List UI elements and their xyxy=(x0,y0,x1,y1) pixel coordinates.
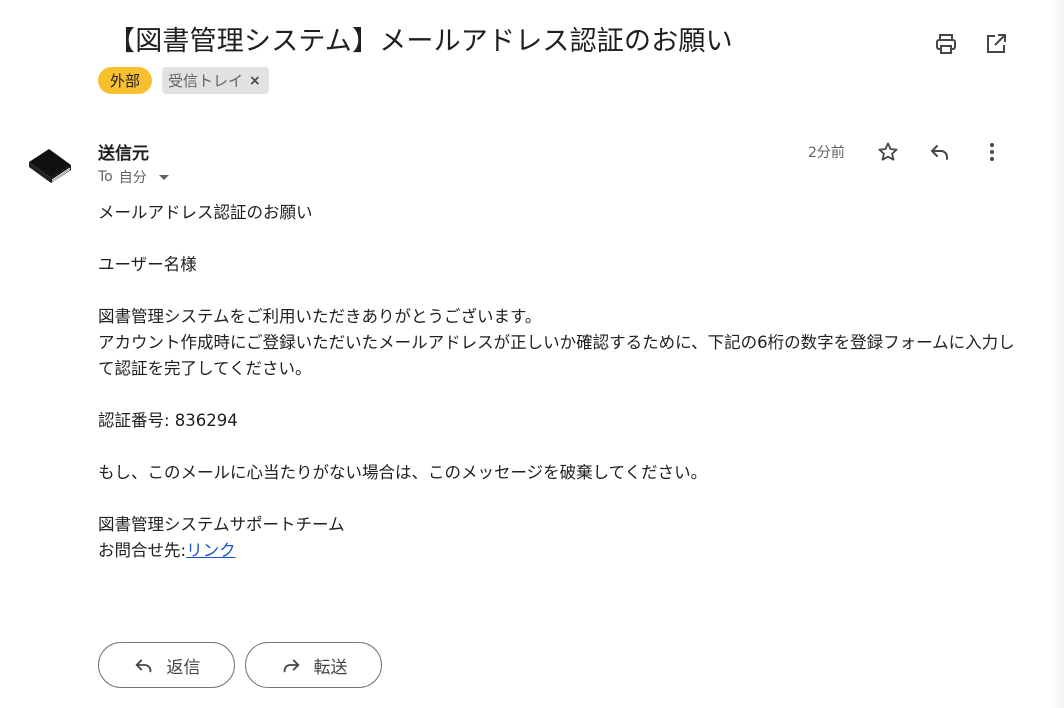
body-request: アカウント作成時にご登録いただいたメールアドレスが正しいか確認するために、下記の… xyxy=(98,333,1015,378)
email-time: 2分前 xyxy=(808,145,845,161)
more-vert-icon xyxy=(990,143,994,161)
footer-actions: 返信 転送 xyxy=(98,642,382,688)
more-options-button[interactable] xyxy=(978,138,1006,166)
body-signature: 図書管理システムサポートチーム お問合せ先:リンク xyxy=(98,512,1018,564)
verification-code: 認証番号: 836294 xyxy=(98,411,238,430)
recipient-details-caret-icon[interactable] xyxy=(158,174,169,180)
contact-prefix: お問合せ先: xyxy=(98,541,187,560)
reply-footer-button[interactable]: 返信 xyxy=(98,642,235,688)
forward-footer-button[interactable]: 転送 xyxy=(245,642,382,688)
print-icon xyxy=(936,34,956,54)
recipient-line: To 自分 xyxy=(98,167,169,187)
star-icon xyxy=(878,142,898,161)
label-external[interactable]: 外部 xyxy=(98,67,153,94)
message-actions xyxy=(874,138,1006,166)
star-button[interactable] xyxy=(874,138,902,166)
book-icon xyxy=(29,149,71,183)
reply-icon xyxy=(135,659,151,673)
email-body: メールアドレス認証のお願い ユーザー名様 図書管理システムをご利用いただきありが… xyxy=(98,200,1018,564)
print-button[interactable] xyxy=(932,30,960,58)
body-heading: メールアドレス認証のお願い xyxy=(98,203,313,222)
label-remove-icon[interactable]: × xyxy=(249,73,261,89)
label-inbox-text: 受信トレイ xyxy=(168,72,244,90)
sender-name: 送信元 xyxy=(98,144,149,164)
open-in-new-icon xyxy=(987,34,1006,53)
reply-footer-label: 返信 xyxy=(166,657,201,678)
reply-icon xyxy=(931,145,948,160)
scrollbar-track[interactable] xyxy=(1052,0,1064,708)
body-thanks: 図書管理システムをご利用いただきありがとうございます。 xyxy=(98,307,542,326)
contact-link[interactable]: リンク xyxy=(186,541,236,560)
label-list: 外部 受信トレイ × xyxy=(98,67,269,94)
body-greeting: ユーザー名様 xyxy=(98,255,197,274)
open-new-window-button[interactable] xyxy=(982,30,1010,58)
reply-button[interactable] xyxy=(926,138,954,166)
body-instructions: 図書管理システムをご利用いただきありがとうございます。 アカウント作成時にご登録… xyxy=(98,304,1018,382)
forward-footer-label: 転送 xyxy=(313,657,348,678)
email-subject: 【図書管理システム】メールアドレス認証のお願い xyxy=(108,26,733,57)
email-view: 【図書管理システム】メールアドレス認証のお願い 外部 受信トレイ × 送信元 T… xyxy=(0,0,1064,708)
label-inbox[interactable]: 受信トレイ × xyxy=(162,67,269,94)
top-actions xyxy=(932,30,1010,58)
forward-icon xyxy=(283,659,299,673)
body-disclaimer: もし、このメールに心当たりがない場合は、このメッセージを破棄してください。 xyxy=(98,463,708,482)
signature-team: 図書管理システムサポートチーム xyxy=(98,515,345,534)
to-prefix: To xyxy=(98,169,113,185)
to-value: 自分 xyxy=(118,170,147,186)
